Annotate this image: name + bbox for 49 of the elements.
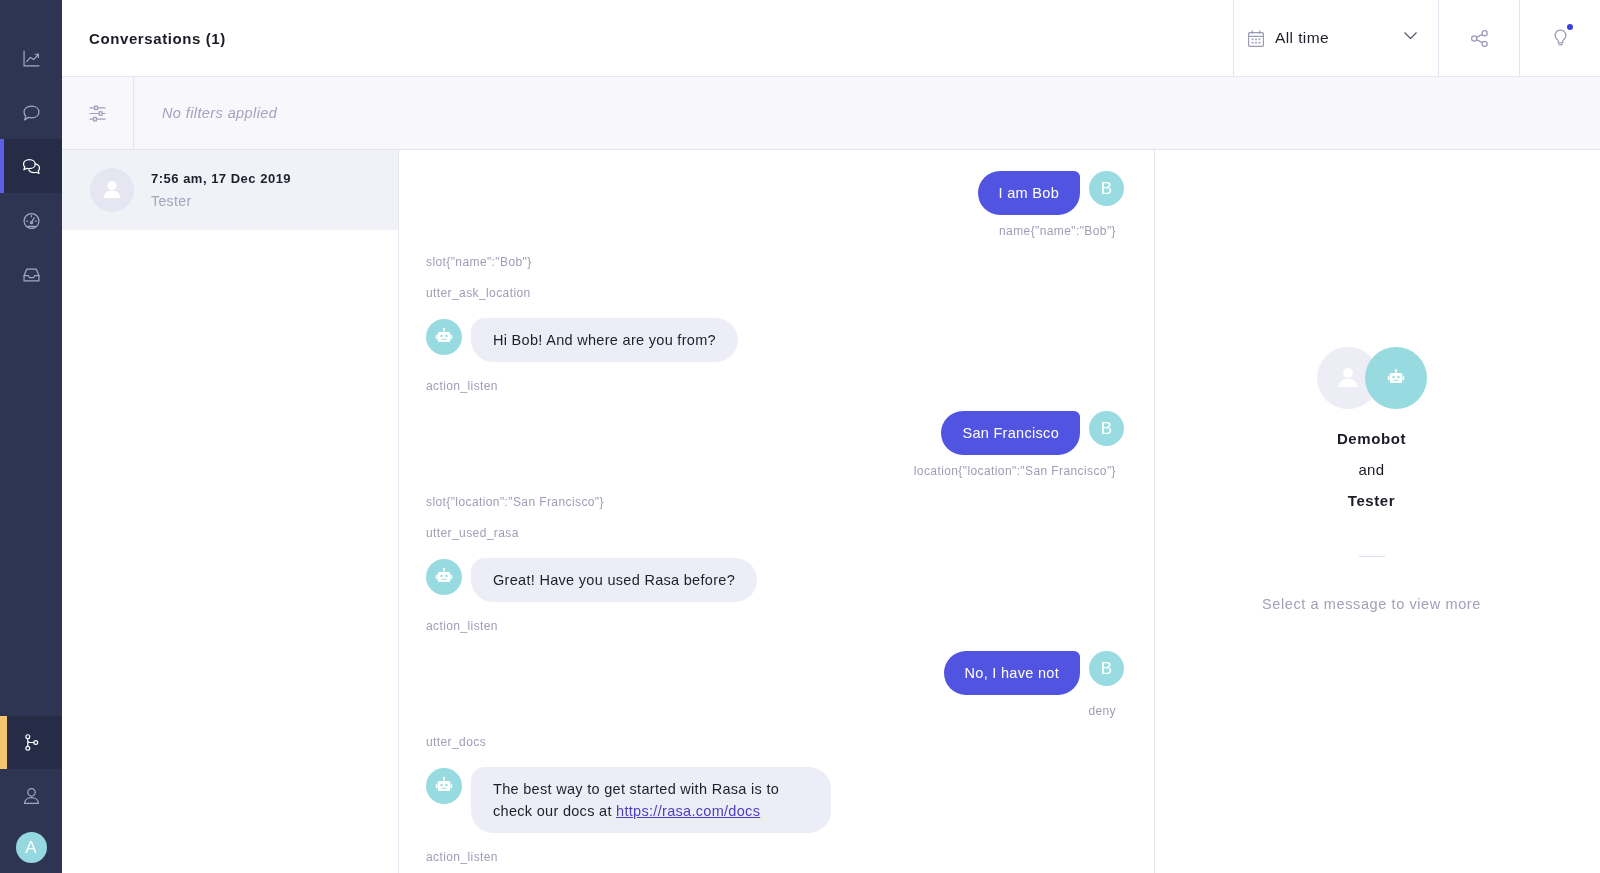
sliders-icon xyxy=(89,104,106,122)
event-label: action_listen xyxy=(426,378,498,395)
event-label: utter_used_rasa xyxy=(426,525,519,542)
bot-name: Demobot xyxy=(1336,429,1407,449)
chat-bubbles-icon xyxy=(22,157,40,175)
bot-message[interactable]: Hi Bob! And where are you from? xyxy=(471,318,738,362)
bot-message[interactable]: Great! Have you used Rasa before? xyxy=(471,558,758,602)
conversation-time: 7:56 am, 17 Dec 2019 xyxy=(151,170,292,187)
intent-label: deny xyxy=(1088,703,1116,720)
user-avatar: B xyxy=(1089,411,1124,446)
robot-avatar-icon xyxy=(426,559,462,595)
event-label: action_listen xyxy=(426,618,498,635)
user-message[interactable]: San Francisco xyxy=(941,411,1080,455)
user-message[interactable]: I am Bob xyxy=(977,171,1080,215)
event-label: utter_docs xyxy=(426,734,487,751)
line-chart-icon xyxy=(22,49,40,67)
share-icon xyxy=(1470,30,1488,47)
lightbulb-icon xyxy=(1553,28,1567,46)
conversation-user: Tester xyxy=(151,192,192,210)
event-label: action_listen xyxy=(426,849,498,866)
details-hint: Select a message to view more xyxy=(1262,595,1481,614)
joiner-text: and xyxy=(1358,460,1385,480)
user-name: Tester xyxy=(1347,491,1396,511)
event-label: utter_ask_location xyxy=(426,285,531,302)
nav-item[interactable] xyxy=(0,139,62,193)
person-avatar-icon xyxy=(90,168,134,212)
intent-label: name{"name":"Bob"} xyxy=(999,223,1116,240)
robot-avatar-icon xyxy=(426,768,462,804)
intent-label: location{"location":"San Francisco"} xyxy=(913,463,1116,480)
user-avatar: B xyxy=(1089,651,1124,686)
date-range-dropdown[interactable]: All time xyxy=(1233,0,1438,76)
event-label: slot{"location":"San Francisco"} xyxy=(426,494,604,511)
chevron-down-icon xyxy=(1404,31,1417,39)
branch-icon xyxy=(22,734,40,751)
person-icon xyxy=(22,787,40,804)
docs-link[interactable]: https://rasa.com/docs xyxy=(616,803,761,819)
gauge-icon xyxy=(22,211,40,229)
user-message[interactable]: No, I have not xyxy=(943,651,1080,695)
bot-message[interactable]: The best way to get started with Rasa is to check our docs at https://rasa.com/docs xyxy=(471,767,831,833)
event-label: slot{"name":"Bob"} xyxy=(426,254,532,271)
user-avatar: B xyxy=(1089,171,1124,206)
robot-avatar-icon xyxy=(426,319,462,355)
conversation-item[interactable]: 7:56 am, 17 Dec 2019 Tester xyxy=(62,150,398,230)
chat-bubble-icon xyxy=(22,103,40,121)
calendar-icon xyxy=(1248,29,1264,47)
page-title: Conversations (1) xyxy=(89,29,226,47)
nav-item[interactable] xyxy=(0,716,62,769)
robot-avatar-icon xyxy=(1364,347,1427,409)
filter-status: No filters applied xyxy=(162,105,278,121)
